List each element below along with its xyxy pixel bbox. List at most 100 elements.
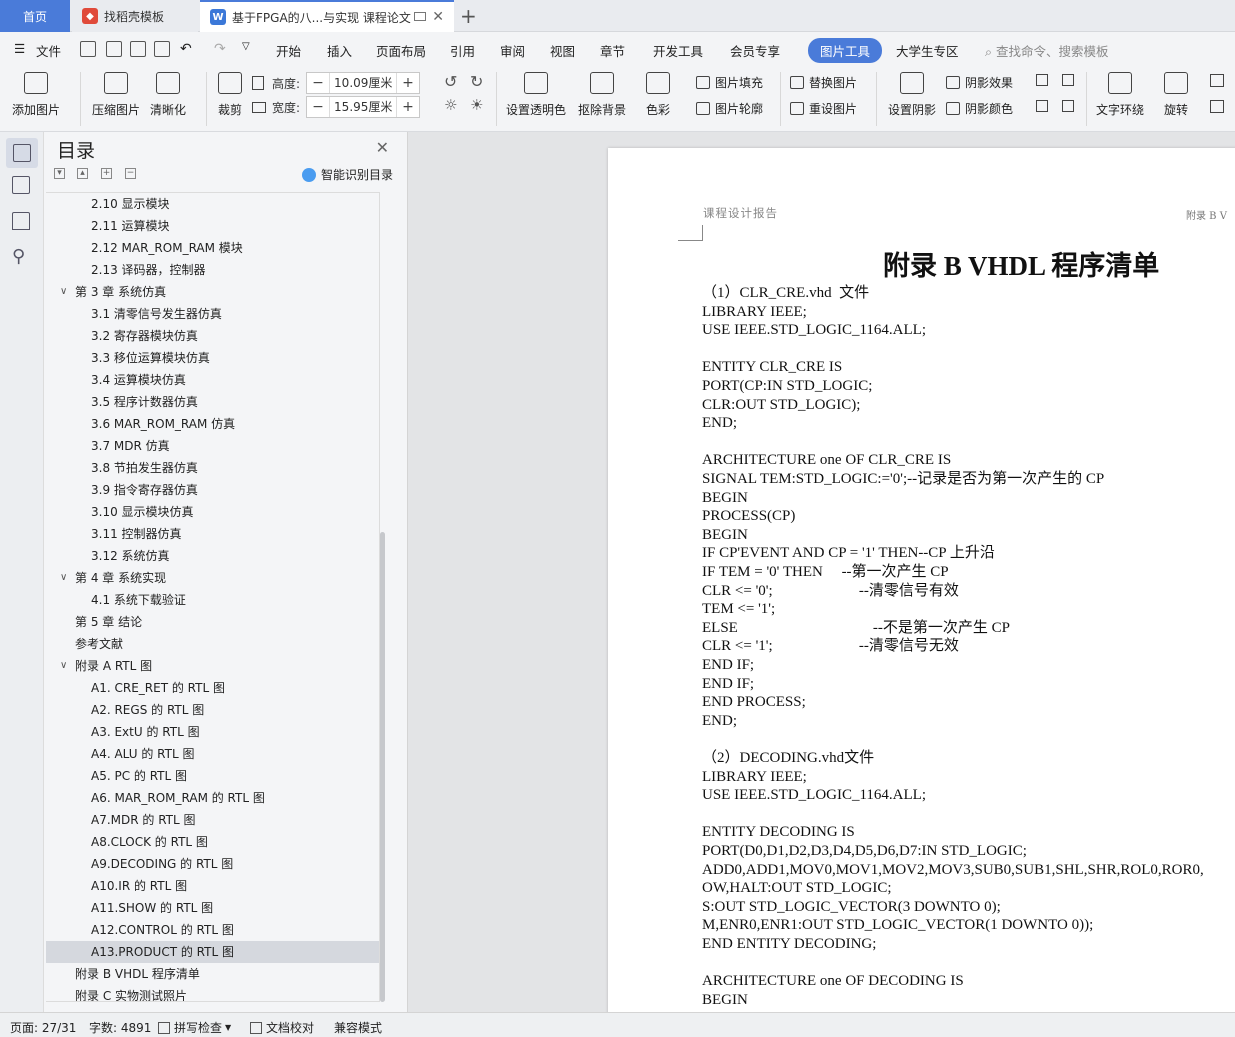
redo-icon[interactable]: ↷ bbox=[214, 41, 226, 57]
tab-home[interactable]: 首页 bbox=[0, 0, 70, 32]
replace-image-button[interactable]: 替换图片 bbox=[790, 74, 857, 91]
print-preview-icon[interactable] bbox=[154, 41, 170, 57]
add-image-button[interactable]: 添加图片 bbox=[12, 72, 60, 118]
toc-item[interactable]: A8.CLOCK 的 RTL 图 bbox=[46, 831, 379, 853]
toc-item[interactable]: 3.8 节拍发生器仿真 bbox=[46, 457, 379, 479]
print-icon[interactable] bbox=[130, 41, 146, 57]
toc-item[interactable]: 3.3 移位运算模块仿真 bbox=[46, 347, 379, 369]
group-icon[interactable] bbox=[1210, 74, 1224, 87]
word-count[interactable]: 字数: 4891 bbox=[89, 1019, 151, 1036]
rotate-left-icon[interactable]: ↺ bbox=[444, 72, 457, 91]
width-increase-button[interactable]: + bbox=[397, 99, 419, 115]
menu-start[interactable]: 开始 bbox=[276, 41, 301, 60]
spell-check-button[interactable]: 拼写检查 ▼ bbox=[158, 1019, 231, 1036]
toc-item[interactable]: 3.7 MDR 仿真 bbox=[46, 435, 379, 457]
toc-panel-toggle[interactable] bbox=[6, 138, 38, 168]
toc-item[interactable]: A5. PC 的 RTL 图 bbox=[46, 765, 379, 787]
width-decrease-button[interactable]: − bbox=[307, 99, 329, 115]
toc-item[interactable]: 2.12 MAR_ROM_RAM 模块 bbox=[46, 237, 379, 259]
toc-item[interactable]: 附录 B VHDL 程序清单 bbox=[46, 963, 379, 985]
shadow-color-button[interactable]: 阴影颜色 bbox=[946, 100, 1013, 117]
toc-scrollbar[interactable] bbox=[380, 532, 385, 1002]
toc-item[interactable]: ∨ 附录 A RTL 图 bbox=[46, 655, 379, 677]
menu-file[interactable]: 文件 bbox=[36, 41, 61, 60]
toc-item[interactable]: A6. MAR_ROM_RAM 的 RTL 图 bbox=[46, 787, 379, 809]
crop-button[interactable]: 裁剪 bbox=[218, 72, 242, 118]
remove-heading-icon[interactable]: − bbox=[125, 168, 136, 179]
picture-fill-button[interactable]: 图片填充 bbox=[696, 74, 763, 91]
expand-up-icon[interactable]: ▴ bbox=[77, 168, 88, 179]
height-input[interactable]: 10.09厘米 bbox=[329, 73, 398, 93]
proofread-button[interactable]: 文档校对 bbox=[250, 1019, 314, 1036]
hamburger-icon[interactable]: ☰ bbox=[14, 41, 25, 56]
brightness-icon[interactable]: ☼ bbox=[444, 96, 457, 114]
tab-template[interactable]: ◆ 找稻壳模板 bbox=[72, 0, 198, 32]
toc-item[interactable]: 3.2 寄存器模块仿真 bbox=[46, 325, 379, 347]
toc-item[interactable]: 2.11 运算模块 bbox=[46, 215, 379, 237]
command-search[interactable]: ⌕ 查找命令、搜索模板 bbox=[985, 41, 1109, 60]
rotate-right-icon[interactable]: ↻ bbox=[470, 72, 483, 91]
save-icon[interactable] bbox=[80, 41, 96, 57]
rotate-button[interactable]: 旋转 bbox=[1164, 72, 1188, 118]
menu-references[interactable]: 引用 bbox=[450, 41, 475, 60]
menu-student[interactable]: 大学生专区 bbox=[896, 41, 959, 60]
color-button[interactable]: 色彩 bbox=[646, 72, 670, 118]
bookmark-icon[interactable] bbox=[12, 212, 30, 230]
chevron-down-icon[interactable]: ∨ bbox=[60, 567, 67, 589]
export-pdf-icon[interactable] bbox=[106, 41, 122, 57]
toc-item[interactable]: ∨ 第 3 章 系统仿真 bbox=[46, 281, 379, 303]
document-page[interactable]: 课程设计报告 附录 B V 附录 B VHDL 程序清单 （1）CLR_CRE.… bbox=[608, 148, 1235, 1012]
set-shadow-button[interactable]: 设置阴影 bbox=[888, 72, 936, 118]
shadow-left-icon[interactable] bbox=[1036, 100, 1048, 112]
menu-insert[interactable]: 插入 bbox=[327, 41, 352, 60]
toc-item[interactable]: 3.9 指令寄存器仿真 bbox=[46, 479, 379, 501]
new-tab-button[interactable]: + bbox=[460, 4, 477, 28]
shadow-effect-button[interactable]: 阴影效果 bbox=[946, 74, 1013, 91]
width-input[interactable]: 15.95厘米 bbox=[329, 97, 398, 117]
smart-toc-button[interactable]: 智能识别目录 bbox=[301, 166, 393, 183]
height-increase-button[interactable]: + bbox=[397, 75, 419, 91]
chevron-down-icon[interactable]: ∨ bbox=[60, 655, 67, 677]
tab-document[interactable]: W 基于FPGA的八...与实现 课程论文 ✕ bbox=[200, 0, 454, 32]
toc-item[interactable]: 3.6 MAR_ROM_RAM 仿真 bbox=[46, 413, 379, 435]
menu-layout[interactable]: 页面布局 bbox=[376, 41, 426, 60]
sharpen-button[interactable]: 清晰化 bbox=[150, 72, 186, 118]
toc-item[interactable]: 3.10 显示模块仿真 bbox=[46, 501, 379, 523]
toc-item[interactable]: A7.MDR 的 RTL 图 bbox=[46, 809, 379, 831]
toc-item[interactable]: 附录 C 实物测试照片 bbox=[46, 985, 379, 1001]
remove-background-button[interactable]: 抠除背景 bbox=[578, 72, 626, 118]
toc-item[interactable]: A9.DECODING 的 RTL 图 bbox=[46, 853, 379, 875]
menu-picture-tools[interactable]: 图片工具 bbox=[808, 38, 883, 63]
navigation-icon[interactable] bbox=[12, 176, 30, 194]
menu-chapter[interactable]: 章节 bbox=[600, 41, 625, 60]
page-count[interactable]: 页面: 27/31 bbox=[10, 1019, 76, 1036]
shadow-right-icon[interactable] bbox=[1062, 100, 1074, 112]
set-transparent-button[interactable]: 设置透明色 bbox=[506, 72, 566, 118]
chevron-down-icon[interactable]: ∨ bbox=[60, 281, 67, 303]
close-icon[interactable]: ✕ bbox=[376, 138, 389, 157]
toc-item[interactable]: 3.1 清零信号发生器仿真 bbox=[46, 303, 379, 325]
menu-view[interactable]: 视图 bbox=[550, 41, 575, 60]
toc-item[interactable]: A2. REGS 的 RTL 图 bbox=[46, 699, 379, 721]
align-icon[interactable] bbox=[1210, 100, 1224, 113]
toc-item[interactable]: A3. ExtU 的 RTL 图 bbox=[46, 721, 379, 743]
compress-button[interactable]: 压缩图片 bbox=[92, 72, 140, 118]
menu-dev-tools[interactable]: 开发工具 bbox=[653, 41, 703, 60]
close-icon[interactable]: ✕ bbox=[432, 9, 444, 25]
toc-item[interactable]: A4. ALU 的 RTL 图 bbox=[46, 743, 379, 765]
toc-item[interactable]: ∨ 第 4 章 系统实现 bbox=[46, 567, 379, 589]
height-decrease-button[interactable]: − bbox=[307, 75, 329, 91]
toc-item[interactable]: 3.11 控制器仿真 bbox=[46, 523, 379, 545]
toc-item[interactable]: A12.CONTROL 的 RTL 图 bbox=[46, 919, 379, 941]
toc-item[interactable]: 4.1 系统下载验证 bbox=[46, 589, 379, 611]
search-icon[interactable]: ⚲ bbox=[12, 246, 25, 267]
text-wrap-button[interactable]: 文字环绕 bbox=[1096, 72, 1144, 118]
toc-item[interactable]: A11.SHOW 的 RTL 图 bbox=[46, 897, 379, 919]
toc-item[interactable]: A13.PRODUCT 的 RTL 图 bbox=[46, 941, 379, 963]
picture-outline-button[interactable]: 图片轮廓 bbox=[696, 100, 763, 117]
contrast-icon[interactable]: ☀ bbox=[470, 96, 483, 114]
shadow-down-icon[interactable] bbox=[1062, 74, 1074, 86]
add-heading-icon[interactable]: + bbox=[101, 168, 112, 179]
toc-item[interactable]: 参考文献 bbox=[46, 633, 379, 655]
toc-item[interactable]: A1. CRE_RET 的 RTL 图 bbox=[46, 677, 379, 699]
